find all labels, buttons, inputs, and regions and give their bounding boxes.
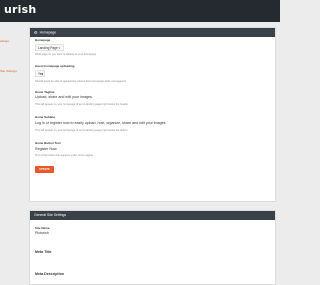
button-text-help: Text of the button that appears under ho… — [35, 154, 94, 157]
tagline-label: Home Tagline — [35, 90, 55, 94]
subline-help: This will appear on your homepage (if se… — [35, 129, 129, 132]
tagline-field[interactable]: Upload, share and edit your images. — [35, 95, 93, 99]
homepage-help: What page do you want to display as your… — [35, 53, 97, 56]
update-button[interactable]: UPDATE — [35, 166, 54, 173]
button-text-label: Home Button Text — [35, 141, 61, 145]
sidebar-item-settings[interactable]: ettings — [0, 39, 24, 43]
meta-description-label: Meta Description — [35, 272, 64, 276]
homepage-panel: ⚙ Homepage Homepage Landing Page ▾ What p… — [29, 27, 276, 202]
settings-icon: ⚙ — [34, 30, 38, 35]
guest-upload-label: Guest homepage uploading — [35, 64, 75, 68]
panel-header: ⚙ Homepage — [30, 28, 275, 37]
chevron-down-icon: ▾ — [41, 72, 43, 76]
guest-upload-help: Should users be able to upload their pho… — [35, 80, 127, 83]
homepage-label: Homepage — [35, 38, 51, 42]
app-logo[interactable]: urish — [4, 3, 36, 16]
chevron-down-icon: ▾ — [58, 46, 60, 50]
panel-title: Homepage — [39, 30, 57, 35]
panel-header: General Site Settings — [30, 211, 275, 220]
subline-label: Home Subline — [35, 115, 56, 119]
sidebar: ettings Site Settings — [0, 22, 24, 280]
homepage-select[interactable]: Landing Page ▾ — [35, 44, 64, 51]
site-name-label: Site Name — [35, 226, 50, 230]
guest-upload-select[interactable]: Yes ▾ — [35, 70, 45, 77]
meta-title-label: Meta Title — [35, 250, 52, 254]
sidebar-item-site-settings[interactable]: Site Settings — [0, 69, 24, 73]
general-settings-panel: General Site Settings Site Name Picturis… — [29, 210, 276, 285]
panel-title: General Site Settings — [34, 213, 67, 217]
top-bar: urish — [0, 0, 280, 22]
button-text-field[interactable]: Register Now — [35, 147, 57, 151]
tagline-help: This will appear on your homepage (if se… — [35, 103, 129, 106]
subline-field[interactable]: Log in or register now to easily upload,… — [35, 121, 166, 125]
site-name-field[interactable]: Picturish — [35, 231, 49, 235]
homepage-select-value: Landing Page — [38, 46, 58, 50]
